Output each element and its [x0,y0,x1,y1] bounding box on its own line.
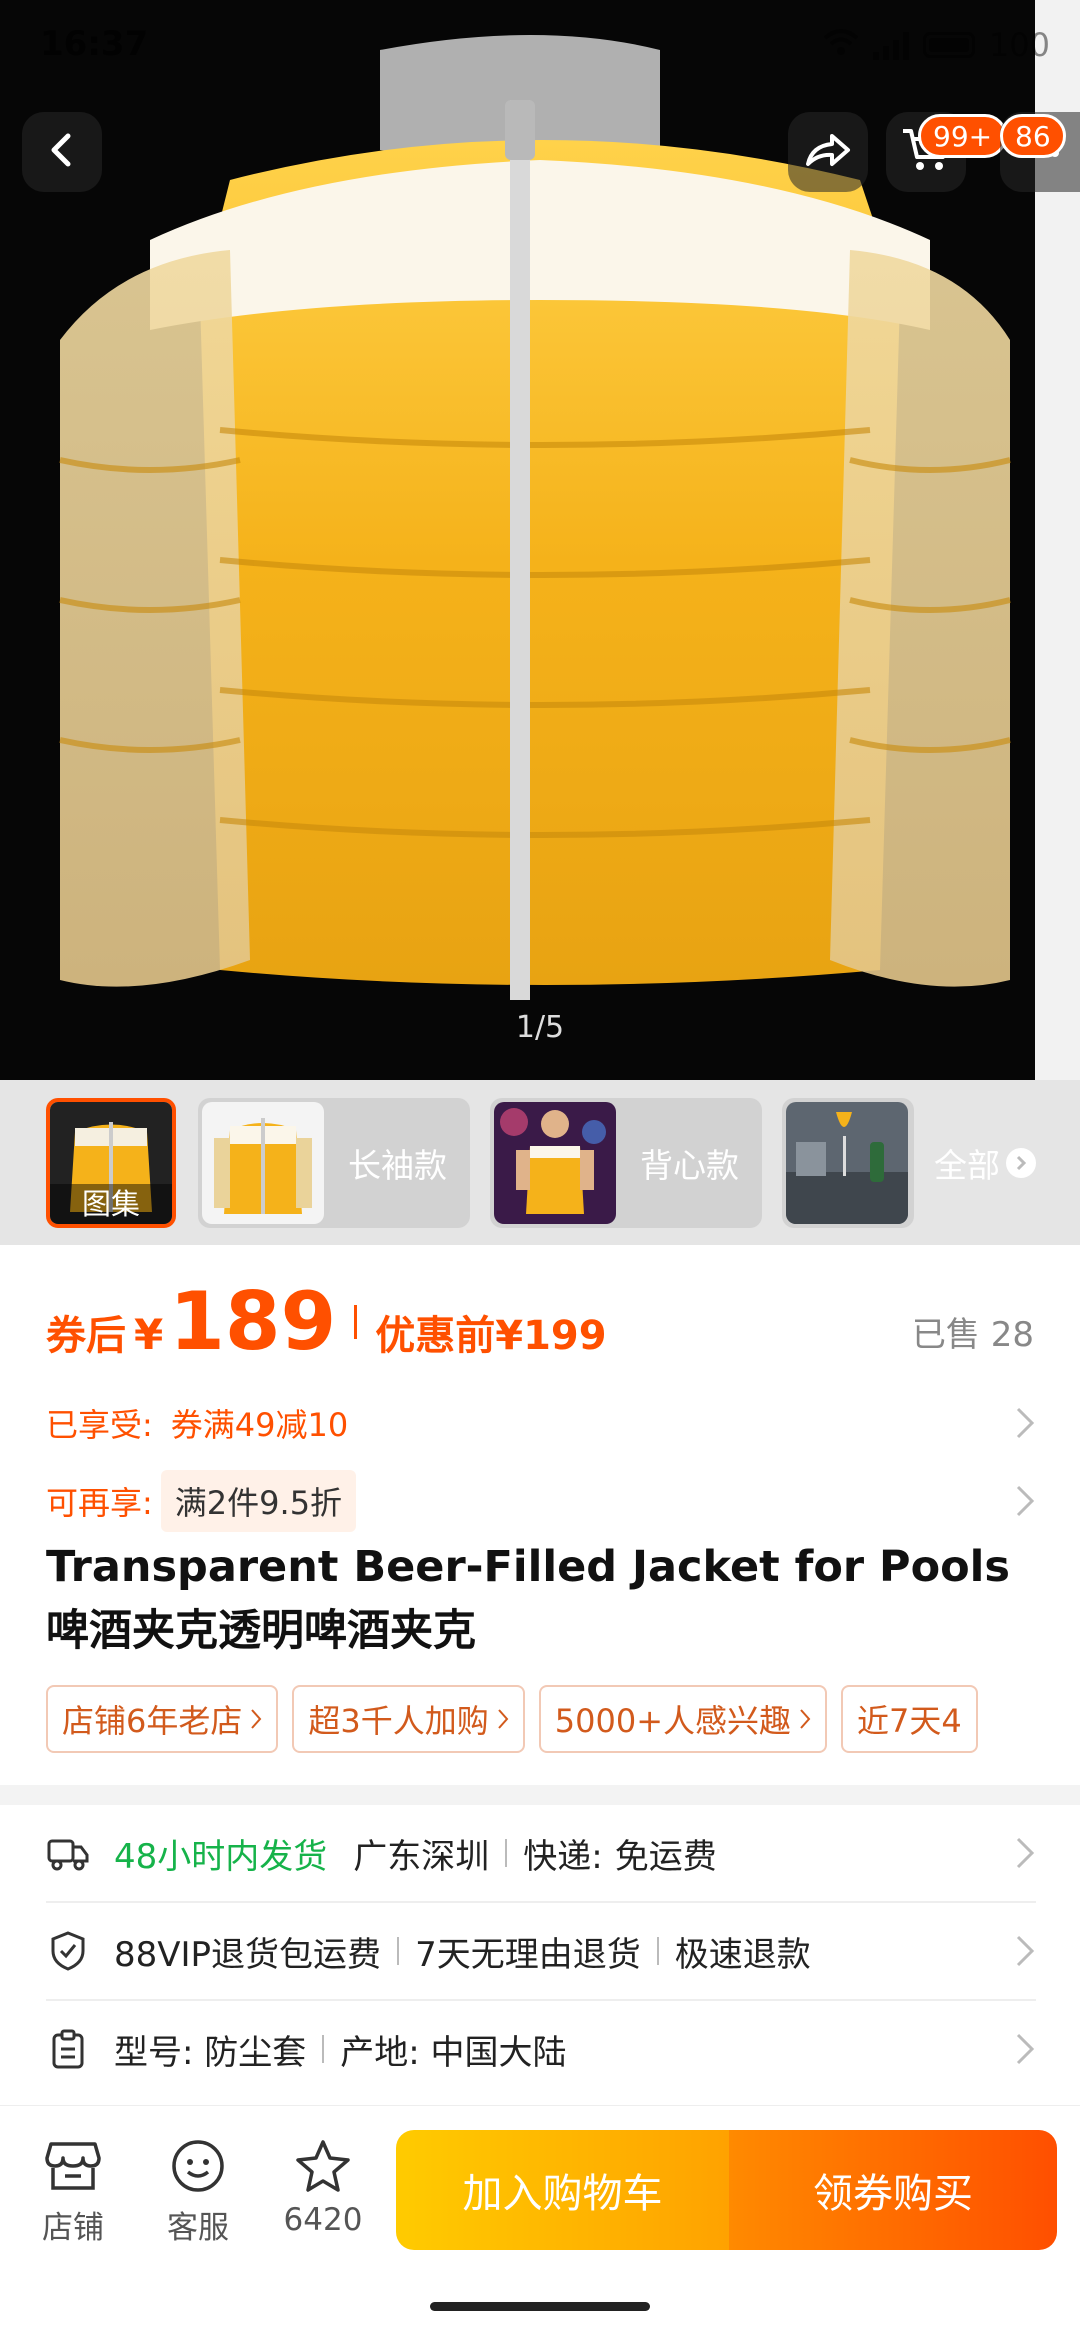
favorite-button[interactable]: 6420 [268,2136,378,2238]
original-price: 优惠前¥199 [375,1313,607,1359]
product-info: 券后 ¥ 189 优惠前¥199 已售 28 已享受: 券满49减10 可再享:… [0,1245,1080,1785]
add-to-cart-button[interactable]: 加入购物车 [396,2130,729,2250]
express-label: 快递: [523,1836,603,1877]
cart-count-badge: 99+ [918,114,1008,158]
star-icon [293,2136,353,2196]
image-pager: 1/5 [515,1010,565,1045]
clipboard-icon [46,2027,90,2071]
tag-shop-age[interactable]: 店铺6年老店 [46,1685,279,1753]
price-prefix: 券后 [46,1313,126,1359]
price-currency: ¥ [134,1310,164,1359]
tag-list: 店铺6年老店 超3千人加购 5000+人感兴趣 近7天4 [46,1685,978,1753]
status-icons: 100 [823,26,1050,64]
divider [505,1839,508,1867]
service-section: 48小时内发货 广东深圳 快递: 免运费 88VIP退货包运费 7天无理由退货 … [0,1805,1080,2105]
chevron-right-icon [1014,1933,1036,1978]
divider [397,1937,400,1965]
status-bar: 16:37 100 [0,18,1080,78]
battery-level: 100 [988,26,1050,64]
status-time: 16:37 [40,24,149,64]
chevron-left-icon [44,132,80,172]
tag-recent[interactable]: 近7天4 [841,1685,978,1753]
specs-row[interactable]: 型号: 防尘套 产地: 中国大陆 [46,2001,1036,2097]
all-variants-label: 全部 [934,1146,1000,1185]
variant-vest-thumbnail [494,1102,616,1224]
message-count-badge: 86 [1000,114,1066,158]
chevron-right-icon [1014,1405,1036,1449]
tag-label: 店铺6年老店 [62,1702,243,1740]
chevron-right-icon [799,1700,811,1738]
tag-label: 5000+人感兴趣 [554,1702,792,1740]
favorite-count: 6420 [283,2202,363,2238]
guarantee-refund: 极速退款 [674,1934,811,1975]
chevron-right-icon [1014,2031,1036,2076]
promo-more-chip: 满2件9.5折 [160,1470,357,1532]
promo-more-row[interactable]: 可再享: 满2件9.5折 [46,1470,1036,1532]
back-button[interactable] [22,112,102,192]
promo-applied-value: 券满49减10 [170,1406,349,1444]
shop-button[interactable]: 店铺 [18,2136,128,2247]
express-value: 免运费 [614,1836,717,1877]
product-title: Transparent Beer-Filled Jacket for Pools… [46,1542,1010,1656]
variant-beer-glass[interactable] [782,1098,914,1228]
variant-gallery[interactable]: 图集 [46,1098,176,1228]
chevron-right-icon [1014,1835,1036,1880]
price-row: 券后 ¥ 189 优惠前¥199 [46,1275,607,1368]
signal-icon [872,30,909,60]
wifi-icon [823,26,859,64]
variant-vest[interactable]: 背心款 [490,1098,762,1228]
service-label: 客服 [167,2210,229,2246]
section-divider [0,1785,1080,1805]
promo-applied-row[interactable]: 已享受: 券满49减10 [46,1393,1036,1453]
variant-beer-glass-thumbnail [786,1102,908,1224]
service-chat-icon [168,2136,228,2196]
divider [322,2035,325,2063]
variant-vest-label: 背心款 [640,1146,739,1185]
guarantee-row[interactable]: 88VIP退货包运费 7天无理由退货 极速退款 [46,1903,1036,1999]
chevron-right-icon [497,1700,509,1738]
battery-icon [922,32,975,58]
store-icon [43,2136,103,2196]
price-divider [354,1304,358,1339]
promo-applied-label: 已享受: [46,1406,153,1444]
chevron-right-icon [250,1700,262,1738]
divider [656,1937,659,1965]
shipping-row[interactable]: 48小时内发货 广东深圳 快递: 免运费 [46,1805,1036,1901]
variant-strip: 图集 长袖款 背心款 全部 [0,1080,1080,1245]
bottom-action-bar: 店铺 客服 6420 加入购物车 领券购买 [0,2105,1080,2340]
share-icon [804,130,852,174]
guarantee-7days: 7天无理由退货 [415,1934,641,1975]
spec-origin: 产地: 中国大陆 [340,2032,567,2073]
tag-label: 近7天4 [857,1702,962,1740]
ship-origin: 广东深圳 [353,1836,490,1877]
customer-service-button[interactable]: 客服 [143,2136,253,2247]
product-hero-image[interactable]: 16:37 100 99+ 86 1/5 [0,0,1080,1080]
variant-long-sleeve-label: 长袖款 [348,1146,447,1185]
price-value: 189 [169,1275,337,1368]
tag-interest[interactable]: 5000+人感兴趣 [538,1685,828,1753]
tag-label: 超3千人加购 [308,1702,489,1740]
shipping-time: 48小时内发货 [114,1836,328,1877]
variant-long-sleeve-thumbnail [202,1102,324,1224]
tag-cart-adds[interactable]: 超3千人加购 [292,1685,525,1753]
home-indicator [430,2302,650,2311]
share-button[interactable] [788,112,868,192]
truck-icon [46,1831,90,1875]
promo-more-label: 可再享: [46,1484,153,1522]
sold-count: 已售 28 [911,1315,1034,1355]
spec-model: 型号: 防尘套 [114,2032,307,2073]
shield-check-icon [46,1929,90,1973]
chevron-right-icon [1014,1483,1036,1527]
all-variants-button[interactable]: 全部 [920,1098,1080,1228]
chevron-right-icon [1006,1148,1036,1178]
buy-with-coupon-button[interactable]: 领券购买 [729,2130,1057,2250]
shop-label: 店铺 [42,2210,104,2246]
gallery-label: 图集 [50,1184,172,1224]
guarantee-vip: 88VIP退货包运费 [114,1934,382,1975]
variant-long-sleeve[interactable]: 长袖款 [198,1098,470,1228]
